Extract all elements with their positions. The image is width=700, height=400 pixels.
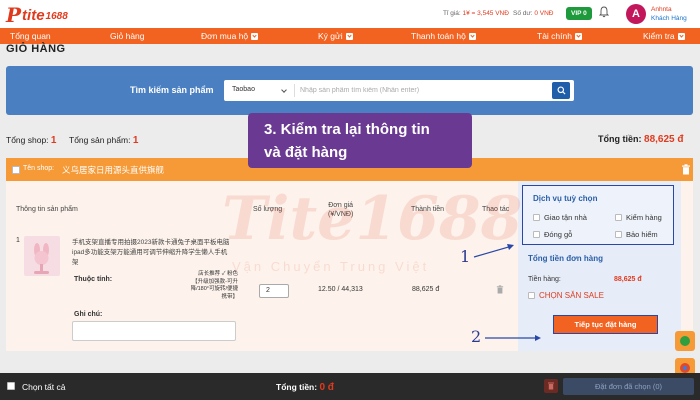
- arrow-head-icon: [507, 244, 514, 250]
- cart-page: Ptite 1688 Tỉ giá: 1¥ = 3,545 VNĐ Số dư: …: [0, 0, 700, 400]
- annotation-arrows: [473, 244, 541, 341]
- arrow-head-icon: [535, 335, 541, 341]
- annotation-arrow-1: [473, 245, 513, 258]
